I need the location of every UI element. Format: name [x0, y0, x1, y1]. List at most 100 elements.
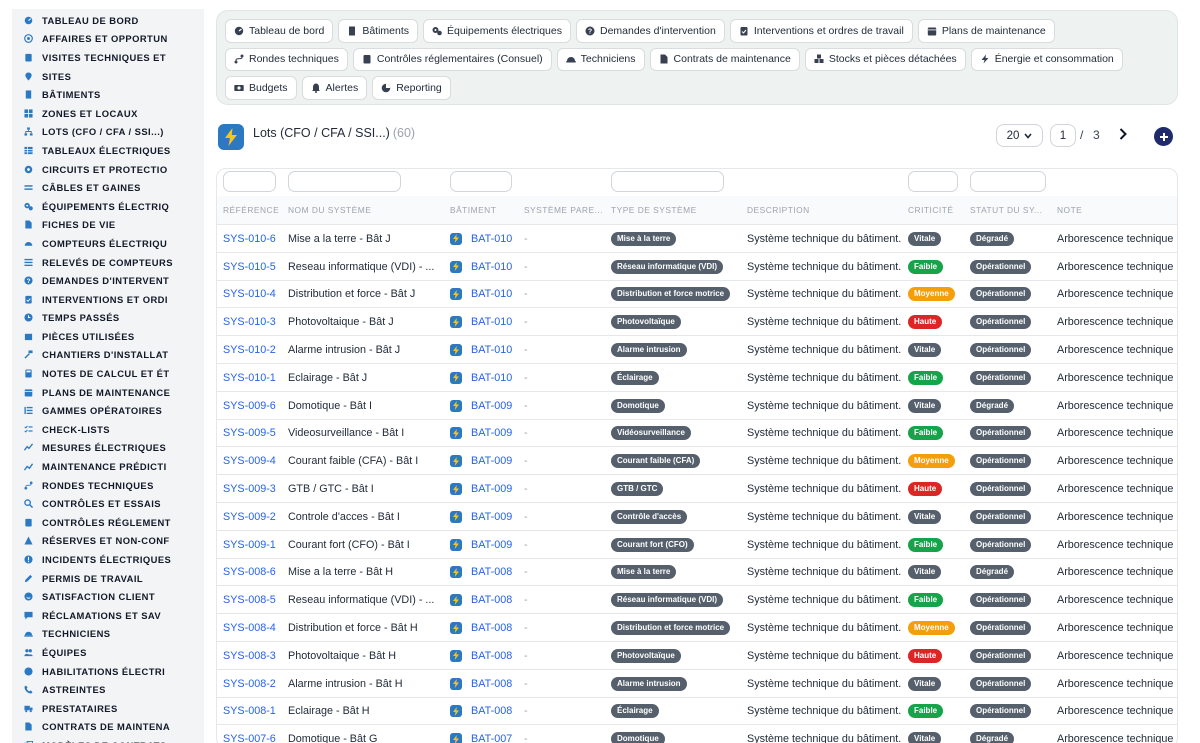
table-row[interactable]: SYS-010-4 Distribution et force - Bât J BA… [217, 281, 1177, 309]
reference-link[interactable]: SYS-009-4 [223, 455, 276, 467]
reference-cell[interactable]: SYS-008-4 [223, 614, 283, 642]
sidebar-item-25[interactable]: RONDES TECHNIQUES [12, 476, 204, 495]
next-page-button[interactable] [1115, 125, 1131, 143]
filter-status[interactable] [970, 171, 1046, 192]
building-cell[interactable]: BAT-010 [450, 253, 520, 281]
building-link[interactable]: BAT-010 [471, 288, 512, 300]
table-row[interactable]: SYS-008-4 Distribution et force - Bât H BA… [217, 614, 1177, 642]
table-row[interactable]: SYS-010-6 Mise a la terre - Bât J BAT-010-… [217, 225, 1177, 253]
reference-link[interactable]: SYS-010-5 [223, 261, 276, 273]
nav-button-7[interactable]: Contrôles réglementaires (Consuel) [352, 47, 552, 71]
column-header[interactable]: DESCRIPTION [747, 205, 902, 215]
building-link[interactable]: BAT-008 [471, 566, 512, 578]
reference-link[interactable]: SYS-008-2 [223, 678, 276, 690]
reference-link[interactable]: SYS-009-2 [223, 511, 276, 523]
sidebar-item-21[interactable]: GAMMES OPÉRATOIRES [12, 401, 204, 420]
building-link[interactable]: BAT-008 [471, 622, 512, 634]
building-cell[interactable]: BAT-009 [450, 420, 520, 448]
sidebar-item-18[interactable]: CHANTIERS D'INSTALLAT [12, 346, 204, 365]
building-cell[interactable]: BAT-010 [450, 281, 520, 309]
per-page-select[interactable]: 20 [996, 124, 1043, 147]
building-cell[interactable]: BAT-009 [450, 531, 520, 559]
column-header[interactable]: RÉFÉRENCE [223, 205, 283, 215]
page-number-input[interactable]: 1 [1050, 124, 1076, 147]
building-link[interactable]: BAT-008 [471, 678, 512, 690]
table-row[interactable]: SYS-009-6 Domotique - Bât I BAT-009- Domoti… [217, 392, 1177, 420]
sidebar-item-39[interactable]: MODÈLES DE CONTRATS [12, 736, 204, 743]
sidebar-item-36[interactable]: ASTREINTES [12, 680, 204, 699]
sidebar-item-13[interactable]: RELEVÉS DE COMPTEURS [12, 253, 204, 272]
nav-button-11[interactable]: Énergie et consommation [970, 47, 1123, 71]
reference-cell[interactable]: SYS-008-6 [223, 559, 283, 587]
column-header[interactable]: NOM DU SYSTÈME [288, 205, 438, 215]
building-cell[interactable]: BAT-010 [450, 336, 520, 364]
reference-cell[interactable]: SYS-009-2 [223, 503, 283, 531]
building-cell[interactable]: BAT-007 [450, 725, 520, 743]
sidebar-item-29[interactable]: INCIDENTS ÉLECTRIQUES [12, 550, 204, 569]
nav-button-4[interactable]: Interventions et ordres de travail [729, 19, 913, 43]
building-link[interactable]: BAT-009 [471, 455, 512, 467]
sidebar-item-2[interactable]: VISITES TECHNIQUES ET [12, 48, 204, 67]
sidebar-item-37[interactable]: PRESTATAIRES [12, 699, 204, 718]
building-cell[interactable]: BAT-009 [450, 392, 520, 420]
sidebar-item-23[interactable]: MESURES ÉLECTRIQUES [12, 439, 204, 458]
table-row[interactable]: SYS-008-6 Mise a la terre - Bât H BAT-008-… [217, 559, 1177, 587]
reference-cell[interactable]: SYS-010-2 [223, 336, 283, 364]
table-row[interactable]: SYS-010-5 Reseau informatique (VDI) - ...… [217, 253, 1177, 281]
building-cell[interactable]: BAT-010 [450, 364, 520, 392]
nav-button-9[interactable]: Contrats de maintenance [649, 47, 800, 71]
reference-link[interactable]: SYS-008-6 [223, 566, 276, 578]
reference-link[interactable]: SYS-007-6 [223, 733, 276, 743]
column-header[interactable]: NOTE [1057, 205, 1177, 215]
reference-cell[interactable]: SYS-010-5 [223, 253, 283, 281]
sidebar-item-4[interactable]: BÂTIMENTS [12, 85, 204, 104]
sidebar-item-11[interactable]: FICHES DE VIE [12, 216, 204, 235]
nav-button-14[interactable]: Reporting [372, 76, 451, 100]
table-row[interactable]: SYS-010-3 Photovoltaique - Bât J BAT-010- P… [217, 308, 1177, 337]
building-cell[interactable]: BAT-009 [450, 447, 520, 475]
filter-building[interactable] [450, 171, 512, 192]
building-link[interactable]: BAT-009 [471, 400, 512, 412]
sidebar-item-6[interactable]: LOTS (CFO / CFA / SSI...) [12, 123, 204, 142]
sidebar-item-33[interactable]: TECHNICIENS [12, 625, 204, 644]
building-link[interactable]: BAT-010 [471, 372, 512, 384]
building-cell[interactable]: BAT-008 [450, 586, 520, 614]
reference-cell[interactable]: SYS-009-6 [223, 392, 283, 420]
filter-system-type[interactable] [611, 171, 724, 192]
sidebar-item-28[interactable]: RÉSERVES ET NON-CONF [12, 532, 204, 551]
sidebar-item-20[interactable]: PLANS DE MAINTENANCE [12, 383, 204, 402]
filter-criticity[interactable] [908, 171, 958, 192]
table-row[interactable]: SYS-008-1 Eclairage - Bât H BAT-008- Éclair… [217, 698, 1177, 726]
sidebar-item-14[interactable]: ? DEMANDES D'INTERVENT [12, 271, 204, 290]
reference-cell[interactable]: SYS-010-1 [223, 364, 283, 392]
building-link[interactable]: BAT-007 [471, 733, 512, 743]
nav-button-6[interactable]: Rondes techniques [225, 47, 348, 71]
building-cell[interactable]: BAT-010 [450, 308, 520, 336]
reference-link[interactable]: SYS-008-3 [223, 650, 276, 662]
reference-cell[interactable]: SYS-008-5 [223, 586, 283, 614]
reference-link[interactable]: SYS-008-1 [223, 705, 276, 717]
sidebar-item-26[interactable]: CONTRÔLES ET ESSAIS [12, 494, 204, 513]
building-link[interactable]: BAT-009 [471, 483, 512, 495]
column-header[interactable]: BÂTIMENT [450, 205, 520, 215]
nav-button-0[interactable]: Tableau de bord [225, 19, 334, 43]
sidebar-item-30[interactable]: PERMIS DE TRAVAIL [12, 569, 204, 588]
sidebar-item-16[interactable]: TEMPS PASSÉS [12, 309, 204, 328]
nav-button-2[interactable]: Équipements électriques [423, 19, 571, 43]
building-link[interactable]: BAT-009 [471, 511, 512, 523]
sidebar-item-15[interactable]: INTERVENTIONS ET ORDI [12, 290, 204, 309]
reference-link[interactable]: SYS-009-6 [223, 400, 276, 412]
sidebar-item-8[interactable]: CIRCUITS ET PROTECTIO [12, 160, 204, 179]
nav-button-12[interactable]: Budgets [225, 76, 297, 100]
reference-cell[interactable]: SYS-010-3 [223, 308, 283, 336]
reference-cell[interactable]: SYS-007-6 [223, 725, 283, 743]
reference-cell[interactable]: SYS-010-6 [223, 225, 283, 253]
building-cell[interactable]: BAT-008 [450, 559, 520, 587]
table-row[interactable]: SYS-009-2 Controle d'acces - Bât I BAT-009… [217, 503, 1177, 531]
reference-cell[interactable]: SYS-009-4 [223, 447, 283, 475]
reference-link[interactable]: SYS-010-2 [223, 344, 276, 356]
add-button[interactable] [1154, 127, 1173, 146]
building-link[interactable]: BAT-009 [471, 539, 512, 551]
column-header[interactable]: CRITICITÉ [908, 205, 966, 215]
reference-cell[interactable]: SYS-009-1 [223, 531, 283, 559]
